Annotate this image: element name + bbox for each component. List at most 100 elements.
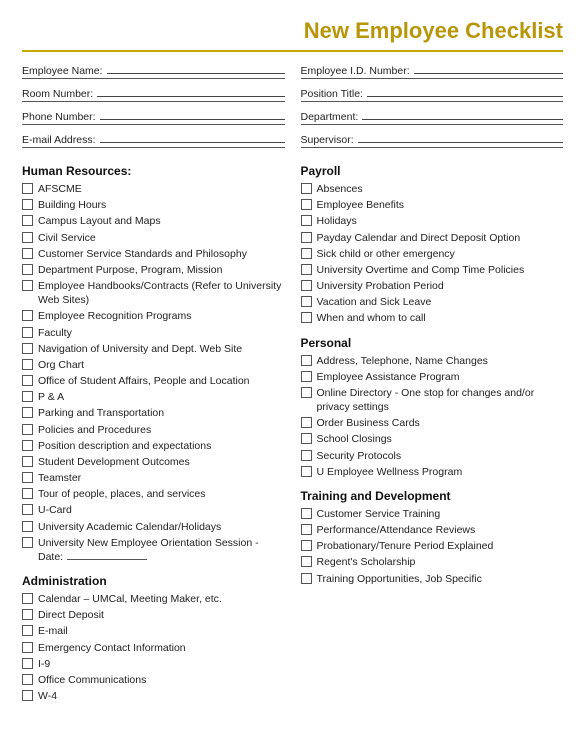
- human-resources-section: Human Resources: AFSCME Building Hours C…: [22, 164, 285, 564]
- list-item: Performance/Attendance Reviews: [301, 523, 564, 537]
- checkbox-icon[interactable]: [22, 537, 33, 548]
- checkbox-icon[interactable]: [301, 232, 312, 243]
- phone-number-label: Phone Number:: [22, 111, 96, 123]
- list-item: U Employee Wellness Program: [301, 465, 564, 479]
- checkbox-icon[interactable]: [22, 674, 33, 685]
- list-item: AFSCME: [22, 182, 285, 196]
- checkbox-icon[interactable]: [301, 312, 312, 323]
- list-item: Teamster: [22, 471, 285, 485]
- checkbox-icon[interactable]: [22, 343, 33, 354]
- list-item: Customer Service Training: [301, 507, 564, 521]
- list-item: Employee Handbooks/Contracts (Refer to U…: [22, 279, 285, 307]
- administration-section: Administration Calendar – UMCal, Meeting…: [22, 574, 285, 703]
- list-item: Tour of people, places, and services: [22, 487, 285, 501]
- checkbox-icon[interactable]: [301, 215, 312, 226]
- checkbox-icon[interactable]: [301, 524, 312, 535]
- checkbox-icon[interactable]: [22, 375, 33, 386]
- checkbox-icon[interactable]: [301, 355, 312, 366]
- employee-name-field: Employee Name:: [22, 64, 285, 79]
- checkbox-icon[interactable]: [22, 440, 33, 451]
- checkbox-icon[interactable]: [22, 504, 33, 515]
- email-field: E-mail Address:: [22, 133, 285, 148]
- list-item: Office of Student Affairs, People and Lo…: [22, 374, 285, 388]
- checkbox-icon[interactable]: [22, 199, 33, 210]
- list-item: Employee Benefits: [301, 198, 564, 212]
- checkbox-icon[interactable]: [22, 472, 33, 483]
- list-item: Regent's Scholarship: [301, 555, 564, 569]
- checkbox-icon[interactable]: [301, 417, 312, 428]
- checkbox-icon[interactable]: [22, 488, 33, 499]
- department-field: Department:: [301, 110, 564, 125]
- checkbox-icon[interactable]: [22, 609, 33, 620]
- phone-number-field: Phone Number:: [22, 110, 285, 125]
- department-label: Department:: [301, 111, 359, 123]
- checkbox-icon[interactable]: [301, 183, 312, 194]
- main-columns: Human Resources: AFSCME Building Hours C…: [22, 164, 563, 713]
- list-item: When and whom to call: [301, 311, 564, 325]
- checkbox-icon[interactable]: [301, 248, 312, 259]
- employee-id-label: Employee I.D. Number:: [301, 65, 410, 77]
- checkbox-icon[interactable]: [22, 359, 33, 370]
- list-item: Navigation of University and Dept. Web S…: [22, 342, 285, 356]
- left-column: Human Resources: AFSCME Building Hours C…: [22, 164, 285, 713]
- list-item: Payday Calendar and Direct Deposit Optio…: [301, 231, 564, 245]
- checkbox-icon[interactable]: [22, 391, 33, 402]
- list-item: U-Card: [22, 503, 285, 517]
- list-item: Parking and Transportation: [22, 406, 285, 420]
- human-resources-title: Human Resources:: [22, 164, 285, 178]
- list-item: Emergency Contact Information: [22, 641, 285, 655]
- payroll-title: Payroll: [301, 164, 564, 178]
- checkbox-icon[interactable]: [301, 371, 312, 382]
- list-item: P & A: [22, 390, 285, 404]
- checkbox-icon[interactable]: [301, 433, 312, 444]
- checkbox-icon[interactable]: [22, 327, 33, 338]
- checkbox-icon[interactable]: [22, 280, 33, 291]
- checkbox-icon[interactable]: [301, 573, 312, 584]
- position-title-field: Position Title:: [301, 87, 564, 102]
- checkbox-icon[interactable]: [301, 540, 312, 551]
- checkbox-icon[interactable]: [22, 407, 33, 418]
- list-item: Vacation and Sick Leave: [301, 295, 564, 309]
- checkbox-icon[interactable]: [22, 456, 33, 467]
- list-item: Sick child or other emergency: [301, 247, 564, 261]
- payroll-section: Payroll Absences Employee Benefits Holid…: [301, 164, 564, 326]
- list-item: Address, Telephone, Name Changes: [301, 354, 564, 368]
- page-title-bar: New Employee Checklist: [22, 18, 563, 52]
- checkbox-icon[interactable]: [22, 625, 33, 636]
- checkbox-icon[interactable]: [22, 642, 33, 653]
- list-item: University New Employee Orientation Sess…: [22, 536, 285, 564]
- checkbox-icon[interactable]: [22, 658, 33, 669]
- list-item: Org Chart: [22, 358, 285, 372]
- checkbox-icon[interactable]: [301, 466, 312, 477]
- employee-id-field: Employee I.D. Number:: [301, 64, 564, 79]
- supervisor-label: Supervisor:: [301, 134, 354, 146]
- checkbox-icon[interactable]: [301, 264, 312, 275]
- checkbox-icon[interactable]: [301, 199, 312, 210]
- checkbox-icon[interactable]: [301, 508, 312, 519]
- list-item: University Academic Calendar/Holidays: [22, 520, 285, 534]
- checkbox-icon[interactable]: [22, 264, 33, 275]
- checkbox-icon[interactable]: [22, 215, 33, 226]
- form-fields-grid: Employee Name: Employee I.D. Number: Roo…: [22, 64, 563, 152]
- checkbox-icon[interactable]: [22, 232, 33, 243]
- checkbox-icon[interactable]: [301, 296, 312, 307]
- list-item: Faculty: [22, 326, 285, 340]
- checkbox-icon[interactable]: [22, 310, 33, 321]
- checkbox-icon[interactable]: [22, 424, 33, 435]
- checkbox-icon[interactable]: [22, 521, 33, 532]
- list-item: Campus Layout and Maps: [22, 214, 285, 228]
- checkbox-icon[interactable]: [22, 248, 33, 259]
- email-label: E-mail Address:: [22, 134, 96, 146]
- training-section: Training and Development Customer Servic…: [301, 489, 564, 586]
- list-item: Training Opportunities, Job Specific: [301, 572, 564, 586]
- checkbox-icon[interactable]: [301, 556, 312, 567]
- list-item: Office Communications: [22, 673, 285, 687]
- checkbox-icon[interactable]: [22, 593, 33, 604]
- checkbox-icon[interactable]: [301, 387, 312, 398]
- checkbox-icon[interactable]: [22, 183, 33, 194]
- list-item: Student Development Outcomes: [22, 455, 285, 469]
- checkbox-icon[interactable]: [301, 450, 312, 461]
- list-item: Security Protocols: [301, 449, 564, 463]
- checkbox-icon[interactable]: [301, 280, 312, 291]
- list-item: Employee Assistance Program: [301, 370, 564, 384]
